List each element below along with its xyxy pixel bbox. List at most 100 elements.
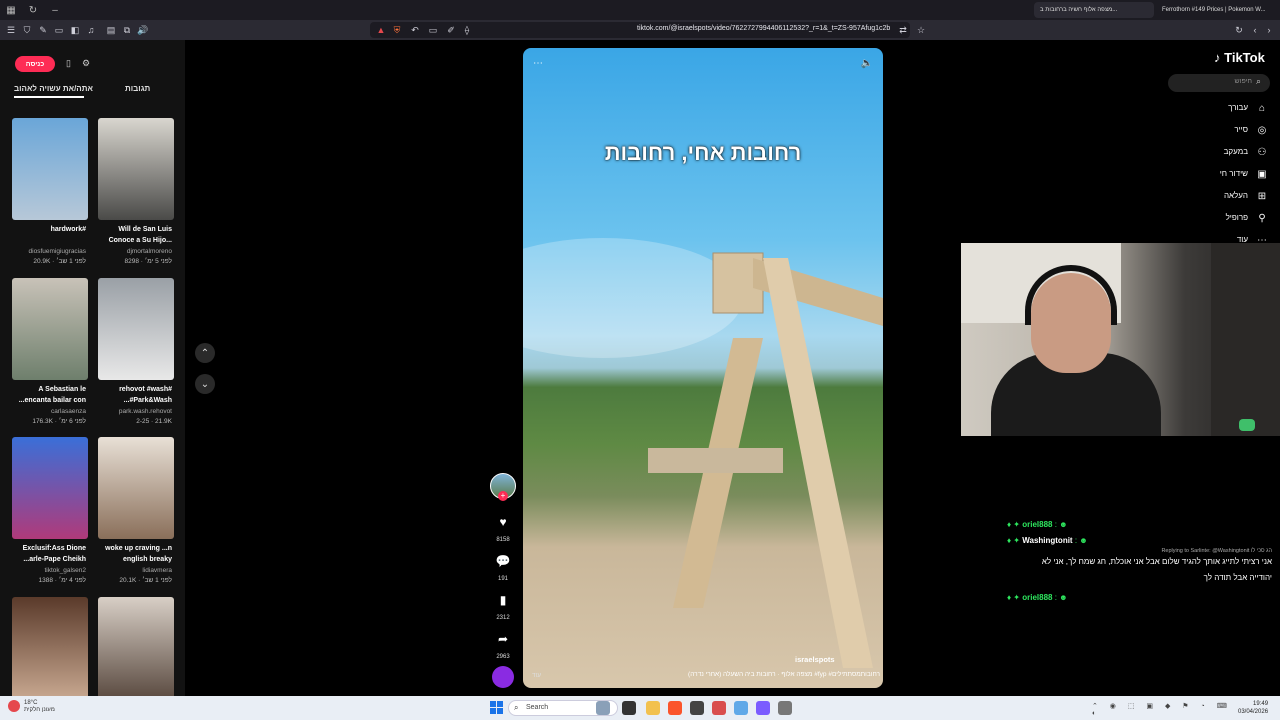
edit-icon[interactable]: ✐	[444, 23, 458, 37]
puzzle-icon[interactable]: ⧉	[120, 23, 134, 37]
weather-temp: 18°C	[24, 700, 38, 706]
video-thumbnail[interactable]	[12, 597, 88, 699]
minimize-icon[interactable]: –	[44, 0, 66, 20]
steam-icon[interactable]	[690, 701, 704, 715]
discord-icon[interactable]	[756, 701, 770, 715]
history-icon[interactable]: ↻	[1232, 23, 1246, 37]
tab-comments[interactable]: תגובות	[125, 84, 150, 93]
undo-icon[interactable]: ↶	[408, 23, 422, 37]
action-count: 191	[497, 576, 508, 582]
logo-text: TikTok	[1224, 50, 1265, 65]
bookmark-star-icon[interactable]: ☆	[914, 23, 928, 37]
video-author[interactable]: carlasaenza	[6, 408, 86, 415]
tab-you-may-like[interactable]: אתה/את עשויה לאהוב	[14, 84, 93, 93]
settings-dots-icon[interactable]: ⋯	[533, 58, 543, 69]
tray-icons[interactable]: ⌃ ◉ ⬚ ▣ ◆ ⚑ ◔ ⌨ ◐	[1092, 702, 1232, 717]
music-disc[interactable]	[492, 666, 514, 688]
windows-taskbar	[0, 696, 1280, 720]
clock-date: 03/04/2026	[1238, 709, 1269, 715]
menu-icon[interactable]: ☰	[4, 23, 18, 37]
url-text[interactable]: tiktok.com/@israelspots/video/7622727994…	[637, 25, 890, 32]
chat-username[interactable]: Washingtonit	[1022, 536, 1072, 545]
chat-username[interactable]: oriel888	[1022, 593, 1052, 602]
nav-item-label[interactable]: שידור חי	[1188, 169, 1248, 178]
extension-icon[interactable]: ✎	[36, 23, 50, 37]
file-explorer-icon[interactable]	[646, 701, 660, 715]
next-video-button[interactable]: ⌄	[195, 374, 215, 394]
video-author[interactable]: park.wash.rehovot	[92, 408, 172, 415]
system-clock[interactable]: 19:49 03/04/2026	[1238, 700, 1268, 716]
video-thumbnail[interactable]	[12, 437, 88, 539]
video-author[interactable]: israelspots	[795, 655, 835, 664]
nav-item-label[interactable]: העלאה	[1188, 191, 1248, 200]
nav-item-label[interactable]: במעקב	[1188, 147, 1248, 156]
nav-item-label[interactable]: סייר	[1188, 125, 1248, 134]
video-player[interactable]: 🔈 ⋯ רחובות אחי, רחובות	[523, 48, 883, 688]
sound-icon[interactable]: 🔊	[136, 23, 150, 37]
video-thumbnail[interactable]	[12, 118, 88, 220]
nav-item-label[interactable]: עבורך	[1188, 103, 1248, 112]
comment-icon[interactable]: 💬	[493, 551, 513, 571]
task-view-icon[interactable]	[622, 701, 636, 715]
settings-icon[interactable]: ⚙	[82, 58, 90, 69]
video-thumbnail[interactable]	[98, 118, 174, 220]
live-icon[interactable]: ▣	[1255, 167, 1269, 181]
video-caption[interactable]: rehovot #wash# ...#Park&Wash	[92, 384, 172, 406]
weather-widget[interactable]: 18°C מעונן חלקית	[24, 700, 55, 714]
tiktok-logo[interactable]: ♪ TikTok	[1214, 50, 1265, 65]
shield-icon[interactable]: ⛉	[20, 23, 34, 37]
mobile-icon[interactable]: ▯	[66, 58, 71, 69]
mute-icon[interactable]: 🔈	[861, 58, 873, 69]
more-link[interactable]: עוד	[532, 672, 541, 679]
permissions-icon[interactable]: ⇄	[896, 23, 910, 37]
chat-username[interactable]: oriel888	[1022, 520, 1052, 529]
brave-shield-icon[interactable]: ⛨	[390, 23, 404, 37]
bookmark-icon[interactable]: ▮	[493, 590, 513, 610]
video-thumbnail[interactable]	[98, 278, 174, 380]
brave-browser-icon[interactable]	[668, 701, 682, 715]
music-icon[interactable]: ♫	[84, 23, 98, 37]
news-icon[interactable]	[596, 701, 610, 715]
settings-app-icon[interactable]	[778, 701, 792, 715]
browser-tab-other[interactable]: Ferrothorn #149 Prices | Pokemon W...	[1156, 2, 1278, 18]
video-thumbnail[interactable]	[98, 597, 174, 699]
video-caption[interactable]: A Sebastian le ...encanta bailar con	[6, 384, 86, 406]
video-author[interactable]: djmortalmoreno	[92, 248, 172, 255]
video-caption[interactable]: Will de San Luis Conoce a Su Hijo...	[92, 224, 172, 246]
logo-note-icon: ♪	[1214, 50, 1221, 65]
video-caption[interactable]: Exclusif:Ass Dione ...arle-Pape Cheikh	[6, 543, 86, 565]
previous-video-button[interactable]: ⌃	[195, 343, 215, 363]
video-thumbnail[interactable]	[12, 278, 88, 380]
video-author[interactable]: tiktok_galsen2	[6, 567, 86, 574]
following-icon[interactable]: ⚇	[1255, 145, 1269, 159]
reader-icon[interactable]: ▭	[426, 23, 440, 37]
video-caption[interactable]: hardwork#	[6, 224, 86, 235]
app-icon[interactable]	[712, 701, 726, 715]
tab-manager-icon[interactable]: ▤	[104, 23, 118, 37]
start-button[interactable]	[490, 701, 503, 714]
forward-arrow-icon[interactable]: ›	[1262, 23, 1276, 37]
compass-icon[interactable]: ◎	[1255, 123, 1269, 137]
nav-item-label[interactable]: פרופיל	[1188, 213, 1248, 222]
network-app-icon[interactable]	[734, 701, 748, 715]
heart-icon[interactable]: ♥	[493, 512, 513, 532]
share-icon[interactable]: ➦	[493, 629, 513, 649]
video-meta: 20.9K · לפני 1 שב׳	[33, 258, 86, 265]
upload-icon[interactable]: ⊞	[1255, 189, 1269, 203]
video-thumbnail[interactable]	[98, 437, 174, 539]
video-caption[interactable]: woke up craving ...n english breaky	[92, 543, 172, 565]
search-icon[interactable]: ⌕	[1256, 76, 1261, 87]
login-button[interactable]: כניסה	[15, 56, 55, 72]
follow-plus-icon[interactable]: +	[498, 491, 508, 501]
translate-icon[interactable]: ⟠	[460, 23, 474, 37]
profile-icon[interactable]: ⚲	[1255, 211, 1269, 225]
sidebar-toggle-icon[interactable]: ▦	[0, 0, 22, 20]
browser-tab-active[interactable]: מצפה אלוף חשיה ברחובות ב...	[1034, 2, 1154, 18]
home-icon[interactable]: ⌂	[1255, 101, 1269, 115]
back-arrow-icon[interactable]: ‹	[1248, 23, 1262, 37]
reload-icon[interactable]: ↻	[22, 0, 44, 20]
video-author[interactable]: lidiavmera	[92, 567, 172, 574]
panel-icon[interactable]: ◧	[68, 23, 82, 37]
video-author[interactable]: diosfuemigiugracias	[6, 248, 86, 255]
screenshot-icon[interactable]: ▭	[52, 23, 66, 37]
